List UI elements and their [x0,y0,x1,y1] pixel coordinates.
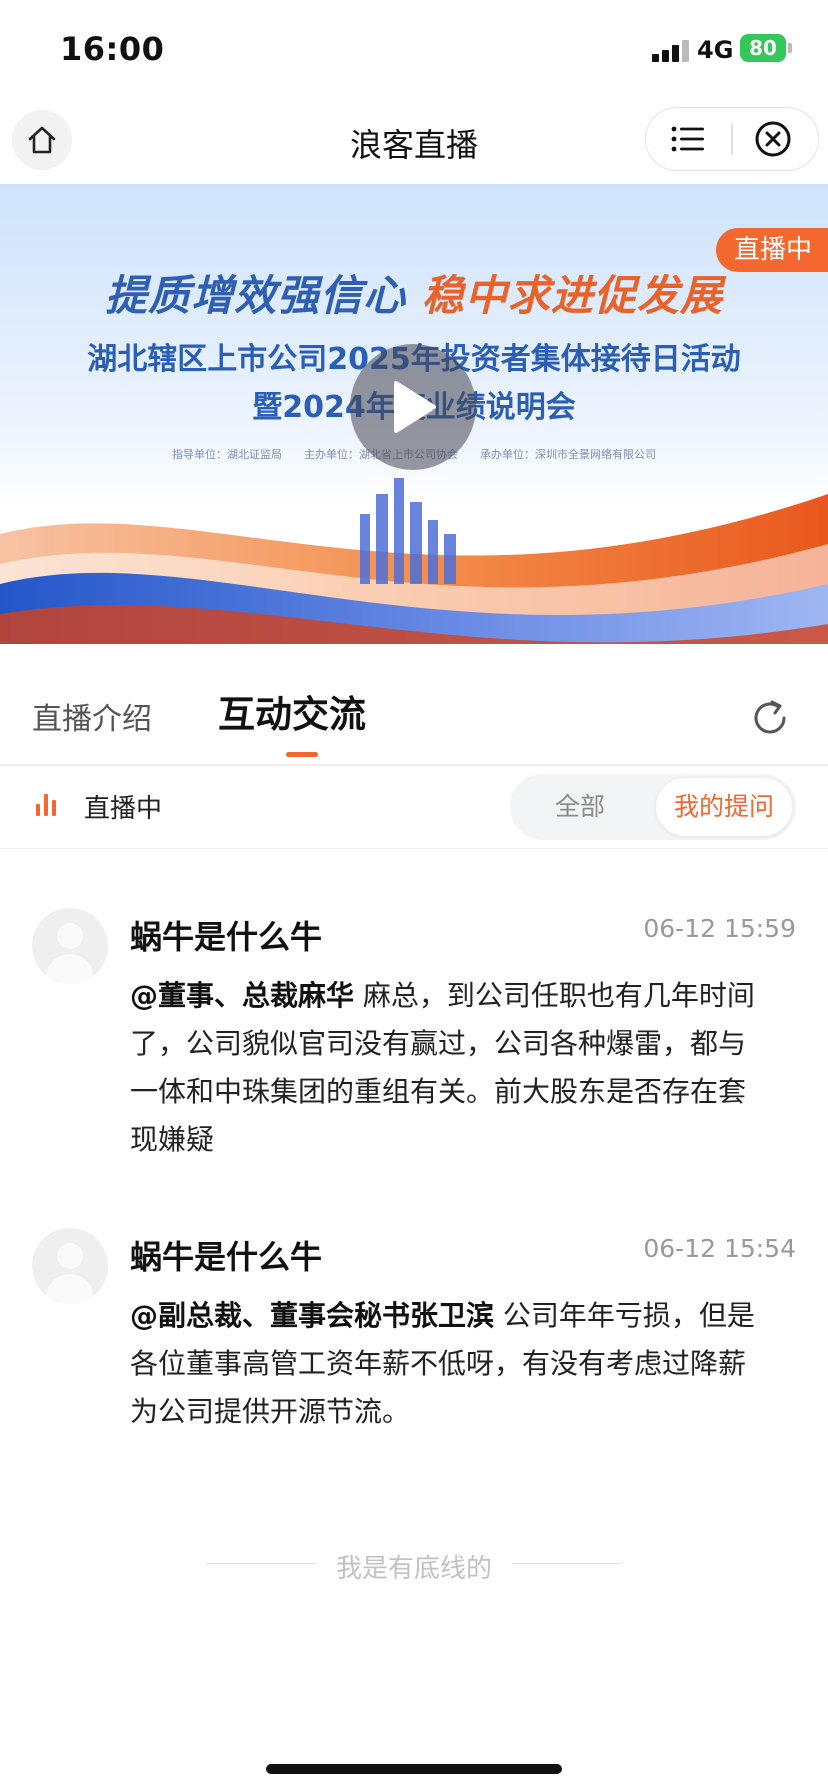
list-end-text: 我是有底线的 [335,1554,492,1584]
capsule-divider [731,123,733,155]
banner-slogan: 提质增效强信心 稳中求进促发展 [0,262,828,323]
filter-my-questions-button[interactable]: 我的提问 [656,778,792,836]
comment-mention[interactable]: @副总裁、董事会秘书张卫滨 [130,1299,494,1332]
status-bar: 16:00 4G 80 [0,0,828,100]
banner-wave-graphic [0,478,828,644]
filter-bar: 直播中 全部 我的提问 [0,766,828,849]
signal-icon [652,40,690,62]
comment-text: @副总裁、董事会秘书张卫滨 公司年年亏损，但是各位董事高管工资年薪不低呀，有没有… [130,1292,770,1436]
tab-interaction[interactable]: 互动交流 [218,684,366,738]
filter-all-button[interactable]: 全部 [510,774,650,840]
play-button[interactable] [350,344,476,470]
comment-text: @董事、总裁麻华 麻总，到公司任职也有几年时间了，公司貌似官司没有赢过，公司各种… [130,972,770,1164]
avatar[interactable] [32,908,108,984]
list-menu-icon [671,126,704,152]
status-time: 16:00 [60,30,165,68]
mini-program-capsule [645,107,819,171]
tab-live-intro[interactable]: 直播介绍 [32,694,152,738]
close-button[interactable] [753,120,793,158]
play-icon [394,381,436,433]
slogan-left: 提质增效强信心 [105,271,407,320]
comment-author: 蜗牛是什么牛 [130,918,323,956]
comment-mention[interactable]: @董事、总裁麻华 [130,979,354,1012]
live-status-label: 直播中 [84,794,163,824]
battery-tip [788,43,792,53]
question-filter-segment: 全部 我的提问 [510,774,796,840]
home-indicator[interactable] [266,1764,562,1774]
nav-bar: 浪客直播 [0,100,828,184]
network-type: 4G [697,36,734,64]
list-item: 蜗牛是什么牛 06-12 15:54 @副总裁、董事会秘书张卫滨 公司年年亏损，… [0,1228,828,1428]
list-item: 蜗牛是什么牛 06-12 15:59 @董事、总裁麻华 麻总，到公司任职也有几年… [0,908,828,1158]
refresh-icon[interactable] [748,696,792,740]
menu-button[interactable] [668,120,708,158]
live-bars-icon [36,794,60,816]
list-end-divider: 我是有底线的 [206,1548,622,1584]
comment-time: 06-12 15:59 [643,914,796,943]
battery-icon: 80 [740,34,786,62]
comment-author: 蜗牛是什么牛 [130,1238,323,1276]
slogan-right: 稳中求进促发展 [421,271,723,320]
avatar[interactable] [32,1228,108,1304]
active-tab-indicator [286,752,318,757]
tab-bar: 直播介绍 互动交流 [0,644,828,766]
comment-time: 06-12 15:54 [643,1234,796,1263]
close-circle-icon [755,121,791,157]
live-video-banner[interactable]: 直播中 提质增效强信心 稳中求进促发展 湖北辖区上市公司2025年投资者集体接待… [0,184,828,644]
